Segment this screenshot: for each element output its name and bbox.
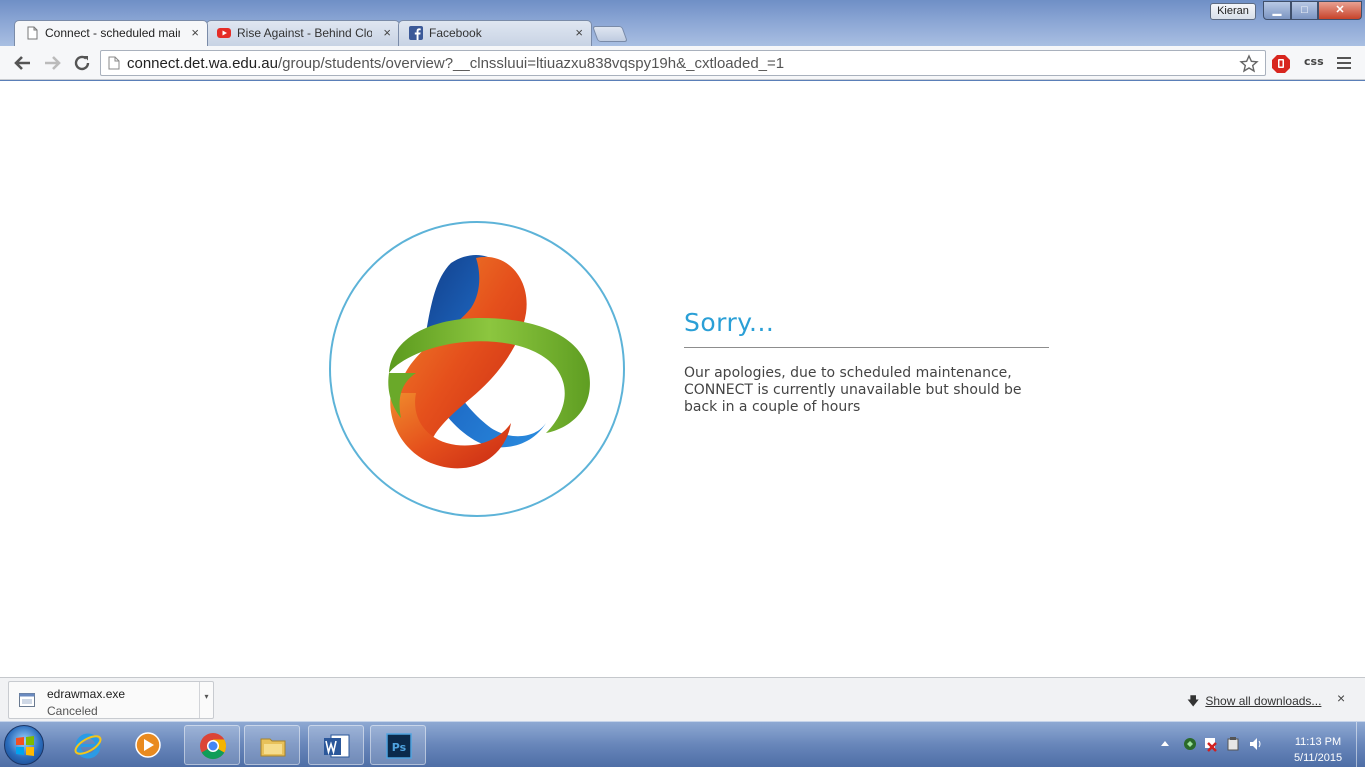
- close-icon[interactable]: ×: [383, 21, 391, 45]
- back-arrow-icon[interactable]: [12, 52, 34, 74]
- minimize-button[interactable]: ▁: [1263, 1, 1291, 20]
- download-filename: edrawmax.exe: [47, 687, 126, 701]
- system-tray: [1158, 736, 1276, 757]
- action-center-flag-icon[interactable]: [1205, 738, 1217, 752]
- message-line: Our apologies, due to scheduled maintena…: [684, 365, 1012, 381]
- svg-text:Ps: Ps: [392, 741, 407, 754]
- hamburger-menu-icon[interactable]: [1336, 55, 1352, 71]
- download-arrow-icon: 🡇: [1187, 694, 1200, 708]
- new-tab-button[interactable]: [592, 26, 628, 42]
- forward-arrow-icon[interactable]: [41, 52, 63, 74]
- bookmark-star-icon[interactable]: [1239, 54, 1259, 74]
- connect-logo: [329, 221, 625, 517]
- tab-connect[interactable]: Connect - scheduled maintenance ×: [14, 20, 208, 46]
- show-desktop-button[interactable]: [1356, 722, 1365, 767]
- download-item[interactable]: edrawmax.exe Canceled ▾: [8, 681, 214, 719]
- tab-facebook[interactable]: Facebook ×: [398, 20, 592, 46]
- download-status: Canceled: [47, 704, 98, 718]
- sorry-heading: Sorry...: [684, 308, 775, 337]
- word-icon: [324, 734, 350, 758]
- message-line: CONNECT is currently unavailable but sho…: [684, 382, 1022, 398]
- maintenance-message: Our apologies, due to scheduled maintena…: [684, 365, 1054, 416]
- css-extension-button[interactable]: css: [1304, 55, 1324, 68]
- tab-rise-against[interactable]: Rise Against - Behind Closed Doors ×: [206, 20, 400, 46]
- close-icon[interactable]: ×: [191, 21, 199, 45]
- youtube-icon: [217, 28, 231, 38]
- chevron-down-icon[interactable]: ▾: [199, 682, 213, 718]
- address-bar[interactable]: connect.det.wa.edu.au/group/students/ove…: [100, 50, 1266, 76]
- chrome-icon: [200, 733, 227, 760]
- tab-title: Rise Against - Behind Closed Doors: [237, 26, 372, 40]
- adblock-icon[interactable]: [1271, 54, 1291, 74]
- windows-taskbar: Ps 11:13 PM 5/11/2015: [0, 721, 1365, 767]
- taskbar-chrome[interactable]: [184, 725, 240, 765]
- facebook-icon: [409, 26, 423, 40]
- download-shelf: edrawmax.exe Canceled ▾ 🡇 Show all downlo…: [0, 677, 1365, 721]
- heading-divider: [684, 347, 1049, 348]
- volume-icon[interactable]: [1250, 738, 1261, 750]
- profile-button[interactable]: Kieran: [1210, 3, 1256, 20]
- start-button[interactable]: [4, 725, 44, 765]
- show-hidden-icons-icon[interactable]: [1161, 741, 1169, 746]
- taskbar-file-explorer[interactable]: [244, 725, 300, 765]
- close-icon[interactable]: ×: [1337, 690, 1345, 706]
- internet-explorer-icon: [74, 733, 102, 759]
- show-all-label: Show all downloads...: [1205, 694, 1322, 708]
- tab-title: Connect - scheduled maintenance: [45, 26, 180, 40]
- network-sync-icon[interactable]: [1184, 738, 1196, 750]
- url-host: connect.det.wa.edu.au: [127, 55, 278, 72]
- tab-title: Facebook: [429, 26, 482, 40]
- connect-logo-icon: [388, 254, 590, 469]
- browser-toolbar: connect.det.wa.edu.au/group/students/ove…: [0, 46, 1365, 80]
- taskbar-clock[interactable]: 11:13 PM 5/11/2015: [1280, 734, 1356, 766]
- message-line: back in a couple of hours: [684, 399, 861, 415]
- media-player-icon: [135, 732, 161, 758]
- close-icon[interactable]: ×: [575, 21, 583, 45]
- power-icon[interactable]: [1227, 737, 1239, 751]
- executable-file-icon: [19, 693, 35, 707]
- page-icon: [27, 26, 38, 40]
- close-window-button[interactable]: ✕: [1318, 1, 1362, 20]
- taskbar-photoshop[interactable]: Ps: [370, 725, 426, 765]
- maximize-button[interactable]: □: [1291, 1, 1318, 20]
- photoshop-icon: Ps: [386, 733, 412, 759]
- file-explorer-icon: [260, 738, 286, 757]
- taskbar-media-player[interactable]: [120, 725, 176, 765]
- url-path: /group/students/overview?__clnssluui=lti…: [277, 55, 785, 72]
- taskbar-word[interactable]: [308, 725, 364, 765]
- page-icon: [108, 56, 120, 70]
- taskbar-internet-explorer[interactable]: [60, 725, 116, 765]
- page-content: Sorry... Our apologies, due to scheduled…: [0, 81, 1365, 677]
- url-text: connect.det.wa.edu.au/group/students/ove…: [127, 55, 784, 72]
- windows-logo-icon: [16, 736, 34, 756]
- reload-icon[interactable]: [71, 52, 93, 74]
- clock-time: 11:13 PM: [1294, 736, 1342, 748]
- show-all-downloads-link[interactable]: 🡇 Show all downloads...: [1187, 692, 1321, 713]
- window-titlebar: Kieran ▁ □ ✕ Connect - scheduled mainten…: [0, 0, 1365, 46]
- clock-date: 5/11/2015: [1293, 752, 1343, 764]
